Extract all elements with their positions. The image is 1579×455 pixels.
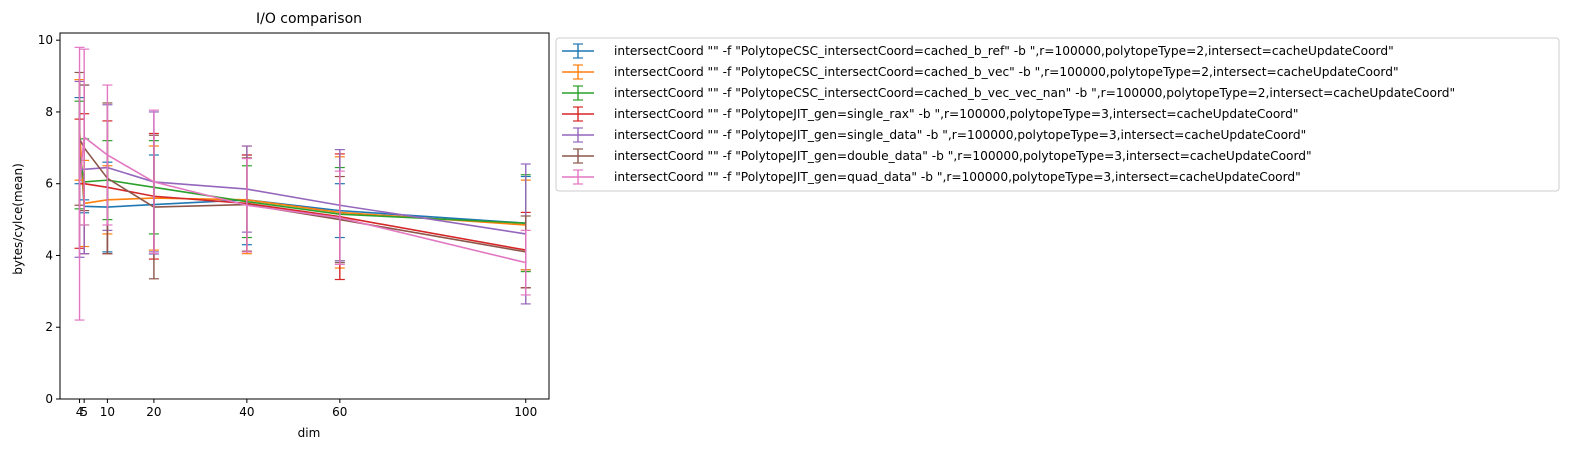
legend-item: intersectCoord "" -f "PolytopeJIT_gen=do…	[562, 148, 1312, 164]
plot-area: 45 10 20 40 60 1000246810	[38, 32, 550, 419]
y-tick-label: 0	[45, 392, 53, 406]
legend-item: intersectCoord "" -f "PolytopeJIT_gen=si…	[562, 106, 1298, 122]
legend-item: intersectCoord "" -f "PolytopeCSC_inters…	[562, 64, 1399, 80]
y-tick-label: 10	[38, 33, 53, 47]
legend-label: intersectCoord "" -f "PolytopeCSC_inters…	[614, 65, 1399, 79]
y-tick-label: 4	[45, 248, 53, 262]
y-axis-label: bytes/cylce(mean)	[11, 163, 25, 275]
x-tick-label: 100	[514, 405, 537, 419]
legend-label: intersectCoord "" -f "PolytopeJIT_gen=do…	[614, 149, 1312, 163]
series-line	[78, 135, 526, 264]
axes-frame	[59, 32, 550, 400]
x-tick-label: 20	[146, 405, 161, 419]
legend-label: intersectCoord "" -f "PolytopeJIT_gen=si…	[614, 128, 1306, 142]
x-tick-label: 60	[332, 405, 347, 419]
legend-item: intersectCoord "" -f "PolytopeJIT_gen=si…	[562, 127, 1306, 143]
x-tick-label: 5	[80, 405, 88, 419]
legend-label: intersectCoord "" -f "PolytopeCSC_inters…	[614, 86, 1455, 100]
x-tick-label: 40	[239, 405, 254, 419]
legend-item: intersectCoord "" -f "PolytopeCSC_inters…	[562, 43, 1394, 59]
legend-label: intersectCoord "" -f "PolytopeJIT_gen=qu…	[614, 170, 1301, 184]
legend: intersectCoord "" -f "PolytopeCSC_inters…	[555, 37, 1560, 192]
chart-title: I/O comparison	[256, 11, 362, 27]
x-tick-label: 10	[100, 405, 115, 419]
y-tick-label: 2	[45, 320, 53, 334]
series-7	[74, 46, 531, 321]
series-5	[74, 80, 531, 305]
x-axis-label: dim	[298, 426, 321, 440]
series-6	[74, 71, 531, 289]
series-3	[74, 100, 531, 273]
chart: I/O comparison dim bytes/cylce(mean) 45 1…	[11, 11, 1560, 440]
legend-item: intersectCoord "" -f "PolytopeJIT_gen=qu…	[562, 169, 1301, 185]
legend-label: intersectCoord "" -f "PolytopeCSC_inters…	[614, 44, 1394, 58]
y-tick-label: 8	[45, 105, 53, 119]
series-1	[74, 96, 531, 271]
legend-item: intersectCoord "" -f "PolytopeCSC_inters…	[562, 85, 1455, 101]
y-tick-label: 6	[45, 177, 53, 191]
legend-label: intersectCoord "" -f "PolytopeJIT_gen=si…	[614, 107, 1298, 121]
